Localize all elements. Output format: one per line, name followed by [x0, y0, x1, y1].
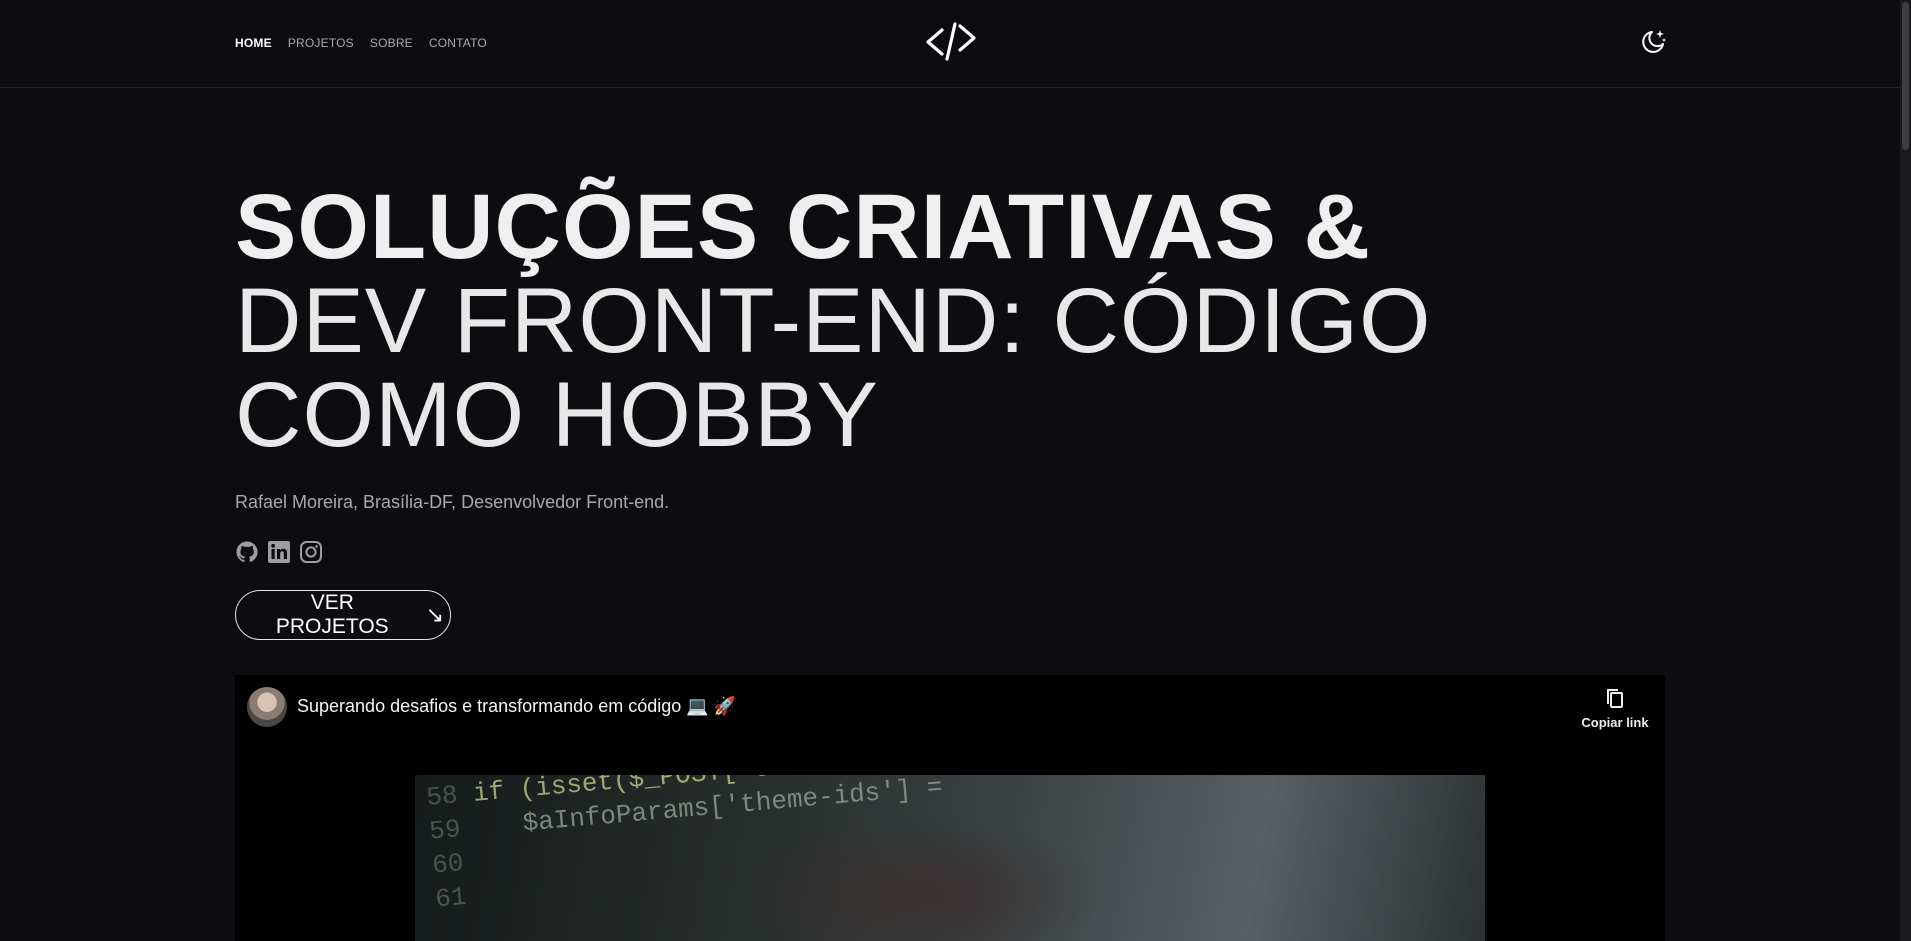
- nav-contato[interactable]: CONTATO: [429, 36, 487, 50]
- site-header: HOME PROJETOS SOBRE CONTATO: [0, 0, 1911, 88]
- cta-label: VER PROJETOS: [275, 591, 389, 638]
- page-scrollbar[interactable]: [1900, 0, 1911, 941]
- copy-icon: [1607, 689, 1623, 708]
- copy-link-label: Copiar link: [1581, 715, 1649, 730]
- hero-title: SOLUÇÕES CRIATIVAS & DEV FRONT-END: CÓDI…: [235, 180, 1535, 462]
- linkedin-icon[interactable]: [267, 540, 291, 564]
- arrow-down-right-icon: ↘: [425, 602, 444, 627]
- video-embed[interactable]: Superando desafios e transformando em có…: [235, 675, 1665, 941]
- hero-title-bold: SOLUÇÕES CRIATIVAS &: [235, 176, 1371, 278]
- instagram-icon[interactable]: [299, 540, 323, 564]
- hero-title-light: DEV FRONT-END: CÓDIGO COMO HOBBY: [235, 270, 1432, 466]
- scrollbar-thumb[interactable]: [1902, 2, 1909, 150]
- hero-subtitle: Rafael Moreira, Brasília-DF, Desenvolved…: [235, 492, 670, 512]
- moon-stars-icon[interactable]: [1638, 27, 1668, 57]
- nav-home[interactable]: HOME: [235, 36, 272, 50]
- main-nav: HOME PROJETOS SOBRE CONTATO: [235, 36, 487, 50]
- code-brackets-icon[interactable]: [924, 18, 978, 64]
- video-thumbnail[interactable]: 58 if (isset($_POST['theme 59 $aInfoPara…: [415, 775, 1485, 941]
- copy-link-button[interactable]: Copiar link: [1575, 687, 1655, 732]
- github-icon[interactable]: [235, 540, 259, 564]
- nav-sobre[interactable]: SOBRE: [370, 36, 413, 50]
- video-title[interactable]: Superando desafios e transformando em có…: [297, 696, 736, 717]
- nav-projetos[interactable]: PROJETOS: [288, 36, 354, 50]
- channel-avatar[interactable]: [247, 687, 287, 727]
- social-links: [235, 540, 323, 564]
- ver-projetos-button[interactable]: VER PROJETOS ↘: [235, 590, 451, 640]
